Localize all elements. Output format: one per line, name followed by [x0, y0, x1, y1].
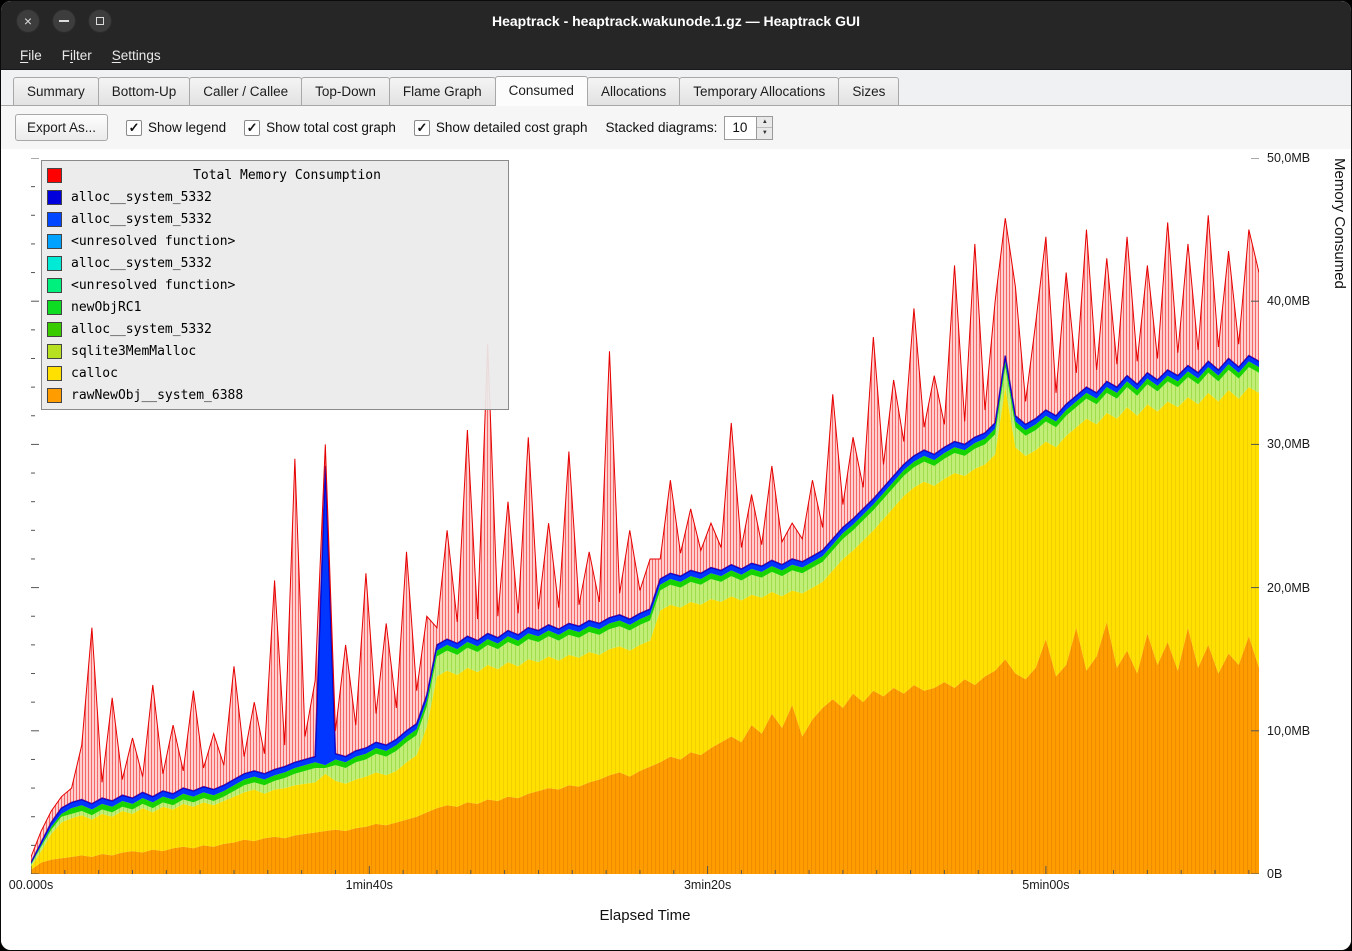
tab-summary[interactable]: Summary [13, 77, 99, 105]
legend-label: <unresolved function> [71, 234, 235, 249]
checkbox-box[interactable]: ✓ [414, 120, 430, 136]
x-tick-label: 1min40s [346, 878, 393, 892]
menu-filter[interactable]: Filter [53, 44, 101, 67]
legend-swatch [47, 278, 62, 293]
menu-items: FileFilterSettings [11, 44, 170, 67]
tab-caller-callee[interactable]: Caller / Callee [189, 77, 302, 105]
stacked-diagrams-spinbox[interactable]: 10 ▲ ▼ [724, 116, 773, 140]
checkbox-show-legend[interactable]: ✓ Show legend [126, 120, 226, 136]
y-tick-label: 30,0MB [1267, 437, 1310, 451]
x-tick-label: 3min20s [684, 878, 731, 892]
checkbox-show-detailed-cost-graph[interactable]: ✓ Show detailed cost graph [414, 120, 588, 136]
window-title: Heaptrack - heaptrack.wakunode.1.gz — He… [1, 13, 1351, 29]
x-tick-label: 5min00s [1022, 878, 1069, 892]
legend-label: sqlite3MemMalloc [71, 344, 196, 359]
stacked-diagrams-label: Stacked diagrams: [606, 120, 718, 135]
tab-bar: SummaryBottom-UpCaller / CalleeTop-DownF… [1, 70, 1351, 106]
close-button[interactable]: × [16, 9, 40, 33]
legend-label: alloc__system_5332 [71, 212, 212, 227]
tab-allocations[interactable]: Allocations [587, 77, 680, 105]
tab-consumed[interactable]: Consumed [495, 76, 588, 106]
legend-label: alloc__system_5332 [71, 190, 212, 205]
spin-buttons: ▲ ▼ [756, 116, 773, 140]
legend-swatch [47, 300, 62, 315]
x-axis-title: Elapsed Time [31, 907, 1259, 924]
tab-bottom-up[interactable]: Bottom-Up [98, 77, 191, 105]
minimize-button[interactable] [52, 9, 76, 33]
legend-swatch [47, 168, 62, 183]
x-tick-label: 00.000s [9, 878, 53, 892]
y-tick-label: 10,0MB [1267, 724, 1310, 738]
legend-label: alloc__system_5332 [71, 322, 212, 337]
toolbar: Export As... ✓ Show legend ✓ Show total cos… [1, 106, 1351, 149]
x-axis-ticks: 00.000s 1min40s 3min20s 5min00s [1, 878, 1351, 896]
spin-down-icon[interactable]: ▼ [757, 128, 772, 139]
menu-settings[interactable]: Settings [103, 44, 170, 67]
chart-legend: Total Memory Consumption alloc__system_53… [41, 160, 509, 410]
tab-sizes[interactable]: Sizes [838, 77, 899, 105]
legend-item: alloc__system_5332 [47, 252, 503, 274]
legend-label: <unresolved function> [71, 278, 235, 293]
legend-swatch [47, 344, 62, 359]
legend-label: newObjRC1 [71, 300, 141, 315]
tab-temporary-allocations[interactable]: Temporary Allocations [679, 77, 839, 105]
legend-label: Total Memory Consumption [71, 168, 503, 183]
legend-swatch [47, 322, 62, 337]
legend-item: <unresolved function> [47, 230, 503, 252]
legend-swatch [47, 256, 62, 271]
legend-label: alloc__system_5332 [71, 256, 212, 271]
spin-up-icon[interactable]: ▲ [757, 117, 772, 129]
checkbox-show-total-cost-graph[interactable]: ✓ Show total cost graph [244, 120, 396, 136]
legend-item: alloc__system_5332 [47, 208, 503, 230]
maximize-button[interactable] [88, 9, 112, 33]
checkbox-box[interactable]: ✓ [126, 120, 142, 136]
legend-item: alloc__system_5332 [47, 318, 503, 340]
y-tick-label: 50,0MB [1267, 151, 1310, 165]
tab-flame-graph[interactable]: Flame Graph [389, 77, 496, 105]
menu-bar: FileFilterSettings [1, 41, 1351, 70]
legend-swatch [47, 190, 62, 205]
export-as-button[interactable]: Export As... [15, 114, 108, 141]
stacked-diagrams-control: Stacked diagrams: 10 ▲ ▼ [606, 116, 774, 140]
y-tick-label: 20,0MB [1267, 581, 1310, 595]
maximize-icon [96, 17, 104, 25]
y-tick-label: 0B [1267, 867, 1282, 881]
checkbox-label: Show detailed cost graph [436, 120, 588, 135]
legend-item: alloc__system_5332 [47, 186, 503, 208]
legend-item: rawNewObj__system_6388 [47, 384, 503, 406]
checkbox-box[interactable]: ✓ [244, 120, 260, 136]
title-bar[interactable]: × Heaptrack - heaptrack.wakunode.1.gz — … [1, 1, 1351, 41]
legend-swatch [47, 234, 62, 249]
legend-label: rawNewObj__system_6388 [71, 388, 243, 403]
y-axis-title: Memory Consumed [1331, 158, 1348, 874]
legend-item: calloc [47, 362, 503, 384]
checkbox-label: Show total cost graph [266, 120, 396, 135]
legend-label: calloc [71, 366, 118, 381]
legend-swatch [47, 388, 62, 403]
chart-panel: Total Memory Consumption alloc__system_53… [1, 149, 1351, 950]
app-window: × Heaptrack - heaptrack.wakunode.1.gz — … [0, 0, 1352, 951]
legend-item: newObjRC1 [47, 296, 503, 318]
checkbox-label: Show legend [148, 120, 226, 135]
y-tick-label: 40,0MB [1267, 294, 1310, 308]
legend-swatch [47, 366, 62, 381]
window-controls: × [16, 9, 112, 33]
menu-file[interactable]: File [11, 44, 51, 67]
legend-item: <unresolved function> [47, 274, 503, 296]
legend-item: sqlite3MemMalloc [47, 340, 503, 362]
legend-swatch [47, 212, 62, 227]
toolbar-checkboxes: ✓ Show legend ✓ Show total cost graph ✓ Show … [126, 120, 588, 136]
tab-top-down[interactable]: Top-Down [301, 77, 390, 105]
stacked-diagrams-value[interactable]: 10 [724, 116, 756, 140]
minimize-icon [59, 20, 69, 22]
legend-item: Total Memory Consumption [47, 164, 503, 186]
